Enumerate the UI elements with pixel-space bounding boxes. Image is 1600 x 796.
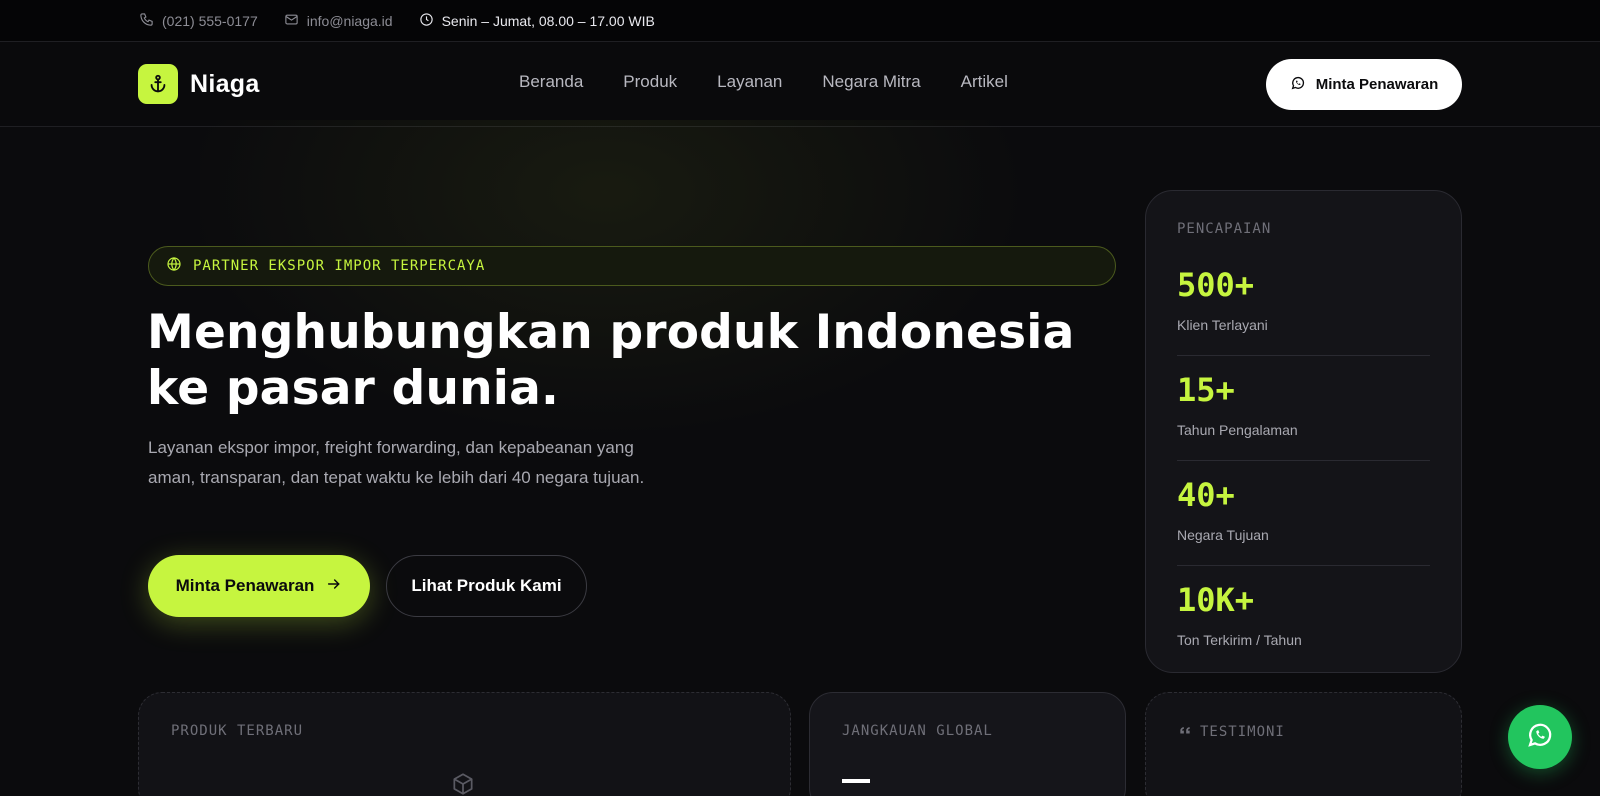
clock-icon — [419, 12, 434, 30]
hero-secondary-label: Lihat Produk Kami — [411, 576, 562, 595]
top-info-bar: (021) 555-0177 info@niaga.id Senin – Jum… — [0, 0, 1600, 42]
whatsapp-icon — [1525, 720, 1555, 755]
arrow-right-icon — [326, 576, 342, 597]
phone-number: (021) 555-0177 — [162, 12, 258, 29]
stat-item: 15+ Tahun Pengalaman — [1177, 356, 1430, 461]
email-address: info@niaga.id — [306, 12, 393, 29]
hero-title: Menghubungkan produk Indonesia ke pasar … — [147, 305, 1075, 416]
whatsapp-chat-button[interactable] — [1508, 705, 1572, 769]
testimonials-card[interactable]: TESTIMONI — [1145, 692, 1462, 796]
nav-links: Beranda Produk Layanan Negara Mitra Arti… — [519, 72, 1008, 92]
hero-glow — [200, 120, 1100, 480]
hero-request-quote-button[interactable]: Minta Penawaran — [148, 555, 370, 617]
achievements-label: PENCAPAIAN — [1177, 221, 1272, 237]
stat-value: 40+ — [1177, 476, 1235, 514]
nav-link-layanan[interactable]: Layanan — [717, 72, 782, 92]
nav-link-negara-mitra[interactable]: Negara Mitra — [822, 72, 920, 92]
office-hours: Senin – Jumat, 08.00 – 17.00 WIB — [441, 12, 655, 29]
stat-label: Tahun Pengalaman — [1177, 422, 1298, 438]
latest-products-label: PRODUK TERBARU — [171, 723, 304, 739]
phone-icon — [139, 12, 154, 30]
brand-name: Niaga — [190, 69, 260, 98]
main-navbar: Niaga Beranda Produk Layanan Negara Mitr… — [0, 42, 1600, 127]
stat-item: 500+ Klien Terlayani — [1177, 251, 1430, 356]
topbar-email[interactable]: info@niaga.id — [284, 12, 393, 30]
stat-label: Ton Terkirim / Tahun — [1177, 632, 1302, 648]
hero-primary-label: Minta Penawaran — [175, 576, 315, 595]
testimonials-label: TESTIMONI — [1200, 724, 1285, 740]
nav-link-beranda[interactable]: Beranda — [519, 72, 583, 92]
request-quote-button[interactable]: Minta Penawaran — [1266, 59, 1462, 110]
hero-badge-text: PARTNER EKSPOR IMPOR TERPERCAYA — [193, 258, 486, 274]
stat-value: 10K+ — [1177, 581, 1255, 619]
hero-badge: PARTNER EKSPOR IMPOR TERPERCAYA — [148, 246, 1116, 286]
reach-placeholder-bar — [842, 779, 870, 783]
testimonials-header: TESTIMONI — [1178, 723, 1429, 741]
topbar-hours: Senin – Jumat, 08.00 – 17.00 WIB — [419, 12, 655, 30]
stat-item: 10K+ Ton Terkirim / Tahun — [1177, 566, 1430, 671]
stats-list: 500+ Klien Terlayani 15+ Tahun Pengalama… — [1177, 251, 1430, 671]
quote-icon — [1178, 723, 1192, 741]
stat-item: 40+ Negara Tujuan — [1177, 461, 1430, 566]
latest-products-card[interactable]: PRODUK TERBARU — [138, 692, 791, 796]
global-reach-card[interactable]: JANGKAUAN GLOBAL — [809, 692, 1126, 796]
nav-link-produk[interactable]: Produk — [623, 72, 677, 92]
achievements-card: PENCAPAIAN 500+ Klien Terlayani 15+ Tahu… — [1145, 190, 1462, 673]
globe-icon — [166, 256, 182, 276]
stat-label: Klien Terlayani — [1177, 317, 1268, 333]
topbar-phone[interactable]: (021) 555-0177 — [139, 12, 258, 30]
mail-icon — [284, 12, 299, 30]
stat-value: 500+ — [1177, 266, 1255, 304]
view-products-button[interactable]: Lihat Produk Kami — [386, 555, 587, 617]
request-quote-label: Minta Penawaran — [1315, 76, 1439, 93]
anchor-icon — [138, 64, 178, 104]
whatsapp-icon — [1290, 75, 1306, 95]
stat-label: Negara Tujuan — [1177, 527, 1269, 543]
global-reach-label: JANGKAUAN GLOBAL — [842, 723, 993, 739]
hero-description: Layanan ekspor impor, freight forwarding… — [148, 438, 645, 487]
brand-logo[interactable]: Niaga — [138, 64, 260, 104]
stat-value: 15+ — [1177, 371, 1235, 409]
nav-link-artikel[interactable]: Artikel — [961, 72, 1008, 92]
cube-icon — [450, 771, 476, 796]
